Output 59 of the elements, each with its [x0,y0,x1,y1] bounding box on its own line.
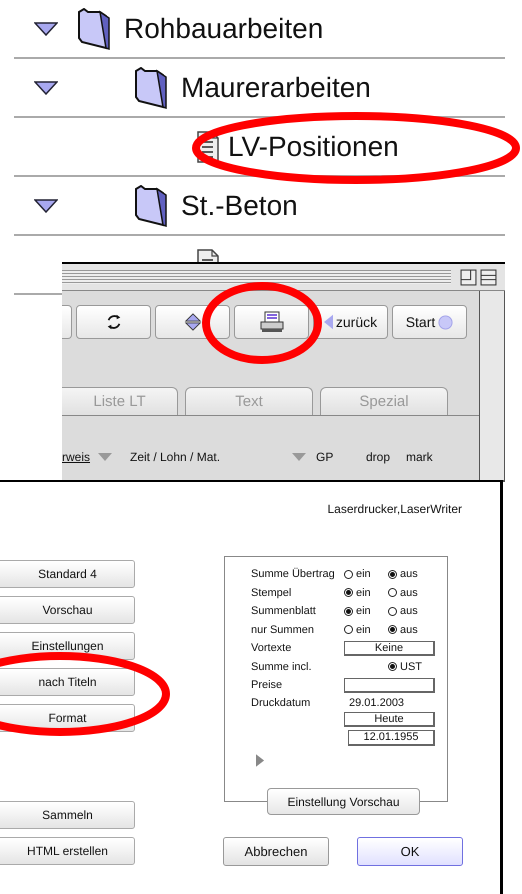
radio-button[interactable]: ein [344,586,380,599]
tree-item-label[interactable]: Maurerarbeiten [181,72,371,104]
column-header[interactable]: mark [406,450,433,464]
radio-button[interactable]: ein [344,605,380,618]
collapse-box-icon[interactable] [480,268,497,286]
back-button[interactable]: zurück [313,305,388,339]
column-header[interactable]: rweis [62,450,90,464]
scroll-bar[interactable] [479,291,505,480]
disclosure-triangle-icon[interactable] [34,198,58,212]
option-label: Summe incl. [251,660,313,673]
input-field[interactable] [344,678,435,693]
folder-icon [133,184,169,226]
toolbar-button[interactable] [62,305,72,339]
radio-button[interactable]: UST [388,660,424,673]
option-label: Vortexte [251,642,292,654]
printer-name: Laserdrucker,LaserWriter [326,501,463,516]
disclosure-triangle-icon[interactable] [34,80,58,94]
dialog-button[interactable]: OK [357,837,463,866]
column-header[interactable]: GP [316,450,334,464]
tree-item-label[interactable]: LV-Positionen [228,130,399,162]
option-label: Stempel [251,586,292,599]
folder-icon [133,66,169,108]
option-button[interactable]: Keine [344,640,435,656]
print-button[interactable] [234,305,309,339]
disclosure-triangle-icon[interactable] [34,22,58,36]
date-field[interactable]: 12.01.1955 [348,730,435,746]
tree-item-label[interactable]: St.-Beton [181,190,298,222]
left-triangle-icon [324,314,333,330]
folder-icon [76,8,112,50]
dialog-button[interactable]: nach Titeln [0,668,135,696]
radio-button[interactable]: aus [388,605,424,618]
printer-icon [258,311,284,333]
option-label: Summenblatt [251,605,317,618]
option-label: Druckdatum [251,696,312,708]
circle-icon [438,314,454,330]
preview-settings-button[interactable]: Einstellung Vorschau [267,788,420,815]
radio-button[interactable]: ein [344,568,380,580]
dialog-button[interactable]: Abbrechen [223,837,329,866]
grip-lines[interactable] [62,270,451,284]
dialog-button[interactable]: Sammeln [0,801,135,829]
column-header[interactable]: Zeit / Lohn / Mat. [130,450,220,464]
up-down-arrows-icon [184,313,202,331]
dialog-button[interactable]: HTML erstellen [0,837,135,865]
date-value: 29.01.2003 [348,696,406,708]
column-header[interactable]: drop [366,450,390,464]
zoom-box-icon[interactable] [460,268,477,286]
radio-button[interactable]: aus [388,586,424,599]
today-button[interactable]: Heute [344,712,435,726]
radio-button[interactable]: aus [388,624,424,636]
radio-button[interactable]: ein [344,624,380,636]
refresh-button[interactable] [76,305,151,339]
option-label: Summe Übertrag [251,568,336,580]
radio-button[interactable]: aus [388,568,424,580]
dialog-button[interactable]: Standard 4 [0,560,135,588]
option-label: Preise [251,679,284,692]
option-label: nur Summen [251,624,315,636]
start-button[interactable]: Start [392,305,467,339]
dialog-button[interactable]: Vorschau [0,596,135,624]
tree-item-label[interactable]: Rohbauarbeiten [124,12,324,44]
